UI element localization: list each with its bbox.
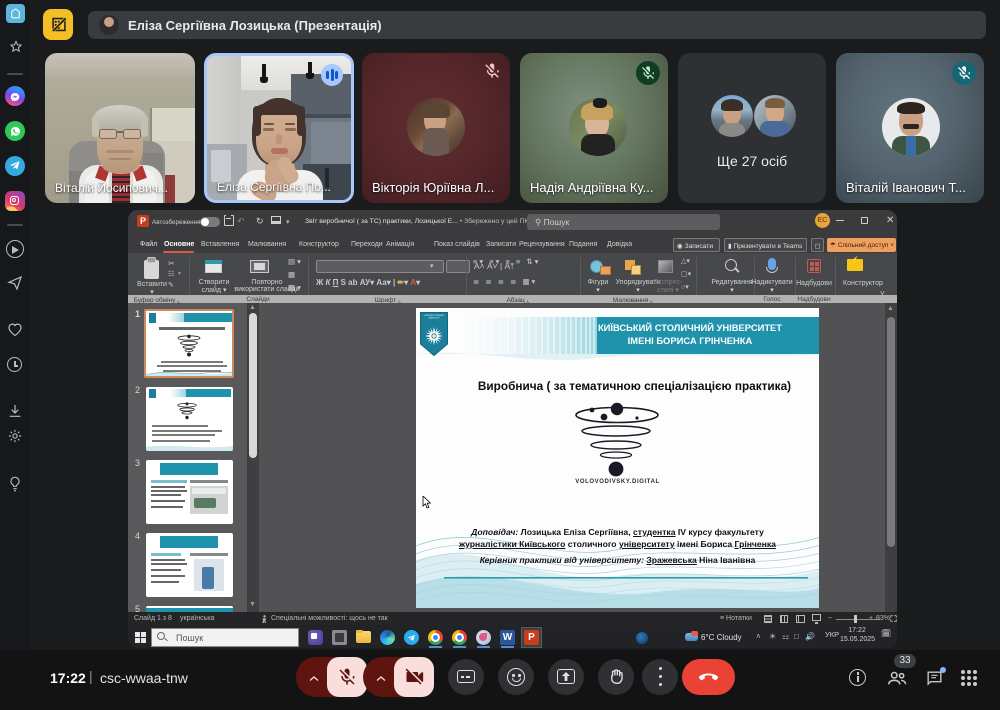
svg-text:УНІВЕРСИТЕТ: УНІВЕРСИТЕТ: [428, 318, 439, 320]
